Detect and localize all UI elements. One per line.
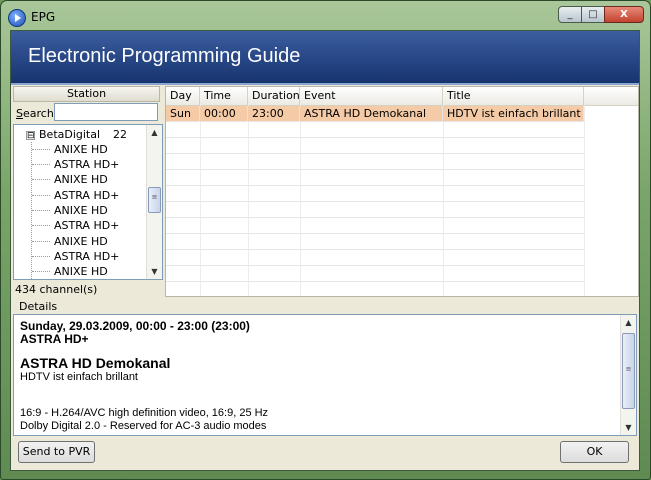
tree-group-count: 22	[113, 128, 128, 141]
tree-connector	[32, 164, 50, 165]
send-to-pvr-button[interactable]: Send to PVR	[18, 441, 95, 463]
channel-count: 434 channel(s)	[15, 283, 98, 296]
window-title: EPG	[31, 10, 56, 24]
tree-connector	[32, 149, 50, 150]
cell-duration: 23:00	[248, 106, 300, 122]
table-row	[166, 250, 584, 266]
title-bar[interactable]: EPG _ □ X	[1, 1, 650, 29]
search-label-hotkey: S	[16, 107, 23, 120]
table-row[interactable]: Sun 00:00 23:00 ASTRA HD Demokanal HDTV …	[166, 106, 584, 122]
search-input[interactable]	[54, 103, 158, 121]
scroll-thumb[interactable]: ≡	[622, 333, 635, 409]
scroll-down-icon[interactable]: ▼	[621, 420, 636, 435]
tree-item-channel[interactable]: ASTRA HD+	[54, 218, 119, 233]
column-header-duration[interactable]: Duration	[248, 87, 300, 105]
tree-group-name: BetaDigital	[39, 128, 101, 141]
column-header-time[interactable]: Time	[200, 87, 248, 105]
scroll-thumb-grip-icon: ≡	[151, 193, 158, 201]
station-scrollbar[interactable]: ▲ ≡ ▼	[146, 125, 162, 279]
cell-time: 00:00	[200, 106, 248, 122]
grid-line	[584, 105, 585, 296]
tree-item-channel[interactable]: ANIXE HD	[54, 203, 108, 218]
column-header-event[interactable]: Event	[300, 87, 443, 105]
banner: Electronic Programming Guide	[11, 31, 639, 85]
details-audio: Dolby Digital 2.0 - Reserved for AC-3 au…	[20, 420, 267, 432]
tree-connector	[32, 210, 50, 211]
app-icon	[8, 9, 26, 27]
client-area: Electronic Programming Guide Station Sea…	[10, 30, 640, 471]
tree-item-channel[interactable]: ANIXE HD	[54, 172, 108, 187]
tree-item-channel[interactable]: ASTRA HD+	[54, 249, 119, 264]
table-row	[166, 154, 584, 170]
tree-connector	[32, 241, 50, 242]
epg-window: EPG _ □ X Electronic Programming Guide S…	[0, 0, 651, 480]
minimize-button[interactable]: _	[558, 6, 582, 23]
scroll-thumb-grip-icon: ≡	[625, 365, 632, 373]
table-row	[166, 234, 584, 250]
search-label-rest: earch	[22, 107, 54, 120]
table-row	[166, 266, 584, 282]
search-label: Search	[16, 107, 54, 120]
scroll-up-icon[interactable]: ▲	[147, 125, 162, 140]
cell-event: ASTRA HD Demokanal	[300, 106, 443, 122]
station-tree[interactable]: ⊟ BetaDigital 22 ANIXE HD ASTRA HD+ ANIXE …	[13, 124, 163, 280]
details-title: HDTV ist einfach brillant	[20, 371, 138, 383]
tree-group-betadigital[interactable]: ⊟ BetaDigital 22	[26, 127, 127, 142]
tree-item-channel[interactable]: ANIXE HD	[54, 234, 108, 249]
caption-buttons: _ □ X	[558, 6, 644, 24]
table-row	[166, 122, 584, 138]
column-header-title[interactable]: Title	[443, 87, 584, 105]
grid-header: Day Time Duration Event Title	[166, 87, 638, 106]
details-channel: ASTRA HD+	[20, 332, 89, 346]
details-panel[interactable]: Sunday, 29.03.2009, 00:00 - 23:00 (23:00…	[13, 314, 637, 436]
tree-item-channel[interactable]: ASTRA HD+	[54, 157, 119, 172]
details-scrollbar[interactable]: ▲ ≡ ▼	[620, 315, 636, 435]
scroll-up-icon[interactable]: ▲	[621, 315, 636, 330]
maximize-button[interactable]: □	[581, 6, 605, 23]
details-label: Details	[19, 300, 58, 313]
table-row	[166, 218, 584, 234]
tree-item-channel[interactable]: ANIXE HD	[54, 142, 108, 157]
table-row	[166, 282, 584, 296]
tree-connector	[32, 256, 50, 257]
column-header-day[interactable]: Day	[166, 87, 200, 105]
tree-connector	[32, 271, 50, 272]
table-row	[166, 202, 584, 218]
cell-day: Sun	[166, 106, 200, 122]
close-button[interactable]: X	[604, 6, 644, 23]
details-datetime: Sunday, 29.03.2009, 00:00 - 23:00 (23:00…	[20, 319, 250, 333]
tree-connector	[32, 225, 50, 226]
tree-item-channel[interactable]: ASTRA HD+	[54, 188, 119, 203]
details-event: ASTRA HD Demokanal	[20, 355, 171, 371]
station-header[interactable]: Station	[13, 86, 160, 102]
tree-item-channel[interactable]: ANIXE HD	[54, 264, 108, 279]
tree-connector	[32, 195, 50, 196]
scroll-down-icon[interactable]: ▼	[147, 264, 162, 279]
scroll-thumb[interactable]: ≡	[148, 187, 161, 213]
guide-grid[interactable]: Day Time Duration Event Title Sun 00:00 …	[165, 86, 639, 297]
banner-title: Electronic Programming Guide	[28, 45, 301, 67]
cell-title: HDTV ist einfach brillant	[443, 106, 584, 122]
ok-button[interactable]: OK	[560, 441, 629, 463]
tree-connector	[32, 179, 50, 180]
table-row	[166, 138, 584, 154]
details-video: 16:9 - H.264/AVC high definition video, …	[20, 407, 269, 419]
table-row	[166, 170, 584, 186]
expander-icon[interactable]: ⊟	[26, 130, 35, 140]
table-row	[166, 186, 584, 202]
